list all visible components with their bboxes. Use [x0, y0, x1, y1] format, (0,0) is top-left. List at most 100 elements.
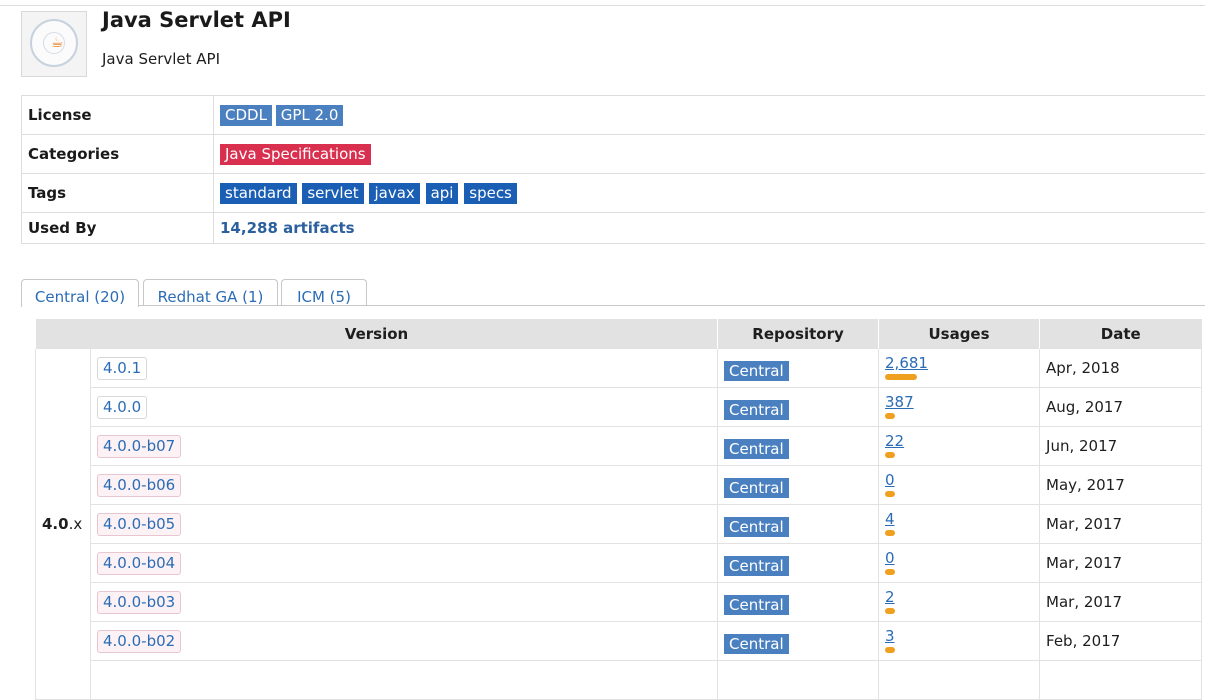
version-row	[36, 661, 1202, 700]
category-label[interactable]: Java Specifications	[220, 144, 371, 165]
repository-cell: Central	[718, 505, 879, 544]
version-cell: 4.0.0-b06	[91, 466, 718, 505]
license-values: CDDL GPL 2.0	[214, 96, 1205, 135]
repository-header: Repository	[718, 319, 879, 349]
version-link[interactable]: 4.0.0-b06	[97, 474, 181, 497]
artifact-info-table: License CDDL GPL 2.0 Categories Java Spe…	[21, 95, 1205, 244]
date-cell: Mar, 2017	[1040, 583, 1202, 622]
repository-link[interactable]: Central	[724, 478, 789, 498]
versions-header-row: Version Repository Usages Date	[36, 319, 1202, 349]
tag-label[interactable]: standard	[220, 183, 297, 204]
usage-bar	[885, 608, 895, 614]
repository-link[interactable]: Central	[724, 517, 789, 537]
coffee-cup-icon: ☕	[51, 36, 64, 50]
version-cell: 4.0.0-b07	[91, 427, 718, 466]
usages-cell: 0	[879, 544, 1040, 583]
license-key: License	[22, 96, 214, 135]
tabs-divider	[138, 305, 1205, 306]
usage-bar	[885, 569, 895, 575]
date-cell: Aug, 2017	[1040, 388, 1202, 427]
version-link[interactable]: 4.0.0-b07	[97, 435, 181, 458]
tab-icm[interactable]: ICM (5)	[281, 279, 367, 305]
usage-bar	[885, 491, 895, 497]
usages-link[interactable]: 0	[885, 471, 895, 489]
version-row: 4.0.0-b03 Central 2 Mar, 2017	[36, 583, 1202, 622]
version-link[interactable]: 4.0.0-b02	[97, 630, 181, 653]
version-row: 4.0.0-b07 Central 22 Jun, 2017	[36, 427, 1202, 466]
usages-cell: 22	[879, 427, 1040, 466]
repository-cell: Central	[718, 622, 879, 661]
version-cell: 4.0.0-b05	[91, 505, 718, 544]
date-cell: Mar, 2017	[1040, 505, 1202, 544]
table-cell	[91, 661, 718, 700]
tags-key: Tags	[22, 174, 214, 213]
repository-cell: Central	[718, 544, 879, 583]
usages-link[interactable]: 0	[885, 549, 895, 567]
usages-link[interactable]: 3	[885, 627, 895, 645]
categories-key: Categories	[22, 135, 214, 174]
usages-link[interactable]: 2,681	[885, 354, 928, 372]
version-row: 4.0.0-b06 Central 0 May, 2017	[36, 466, 1202, 505]
date-cell: Apr, 2018	[1040, 349, 1202, 388]
versions-table: Version Repository Usages Date 4.0.x4.0.…	[35, 319, 1202, 700]
version-cell: 4.0.0	[91, 388, 718, 427]
used-by-link[interactable]: 14,288 artifacts	[220, 219, 355, 237]
license-label[interactable]: CDDL	[220, 105, 272, 126]
version-row: 4.0.0 Central 387 Aug, 2017	[36, 388, 1202, 427]
version-row: 4.0.0-b05 Central 4 Mar, 2017	[36, 505, 1202, 544]
top-divider	[0, 5, 1205, 6]
repository-link[interactable]: Central	[724, 439, 789, 459]
tab-redhat-ga[interactable]: Redhat GA (1)	[143, 279, 278, 305]
artifact-title: Java Servlet API	[102, 8, 291, 32]
date-cell: Feb, 2017	[1040, 622, 1202, 661]
repository-link[interactable]: Central	[724, 361, 789, 381]
jcp-seal-icon: ☕	[30, 19, 78, 67]
usages-link[interactable]: 387	[885, 393, 914, 411]
repository-cell: Central	[718, 466, 879, 505]
usage-bar	[885, 647, 895, 653]
version-row: 4.0.x4.0.1Central2,681Apr, 2018	[36, 349, 1202, 388]
version-row: 4.0.0-b04 Central 0 Mar, 2017	[36, 544, 1202, 583]
usages-cell: 3	[879, 622, 1040, 661]
usage-bar	[885, 530, 895, 536]
repository-link[interactable]: Central	[724, 634, 789, 654]
version-link[interactable]: 4.0.0-b05	[97, 513, 181, 536]
version-header: Version	[36, 319, 718, 349]
usage-bar	[885, 413, 895, 419]
usages-cell: 387	[879, 388, 1040, 427]
categories-values: Java Specifications	[214, 135, 1205, 174]
tag-label[interactable]: specs	[464, 183, 517, 204]
version-group-suffix: .x	[69, 515, 83, 533]
tab-central[interactable]: Central (20)	[21, 279, 139, 307]
repository-link[interactable]: Central	[724, 556, 789, 576]
usages-link[interactable]: 4	[885, 510, 895, 528]
usages-cell: 2,681	[879, 349, 1040, 388]
repository-link[interactable]: Central	[724, 400, 789, 420]
table-cell	[879, 661, 1040, 700]
license-label[interactable]: GPL 2.0	[276, 105, 344, 126]
tag-label[interactable]: servlet	[302, 183, 363, 204]
repository-link[interactable]: Central	[724, 595, 789, 615]
tag-label[interactable]: api	[426, 183, 459, 204]
artifact-logo: ☕	[21, 11, 87, 77]
tag-label[interactable]: javax	[369, 183, 419, 204]
version-cell: 4.0.0-b02	[91, 622, 718, 661]
usages-link[interactable]: 22	[885, 432, 904, 450]
version-link[interactable]: 4.0.0-b03	[97, 591, 181, 614]
date-cell: Mar, 2017	[1040, 544, 1202, 583]
usages-cell: 2	[879, 583, 1040, 622]
repository-cell: Central	[718, 583, 879, 622]
version-link[interactable]: 4.0.1	[97, 357, 147, 380]
repository-cell: Central	[718, 388, 879, 427]
used-by-value-cell: 14,288 artifacts	[214, 213, 1205, 244]
usages-link[interactable]: 2	[885, 588, 895, 606]
version-link[interactable]: 4.0.0-b04	[97, 552, 181, 575]
table-cell	[718, 661, 879, 700]
version-link[interactable]: 4.0.0	[97, 396, 147, 419]
version-group-major: 4.0	[42, 515, 69, 533]
table-cell	[1040, 661, 1202, 700]
date-cell: May, 2017	[1040, 466, 1202, 505]
version-cell: 4.0.0-b04	[91, 544, 718, 583]
date-cell: Jun, 2017	[1040, 427, 1202, 466]
usage-bar	[885, 452, 895, 458]
